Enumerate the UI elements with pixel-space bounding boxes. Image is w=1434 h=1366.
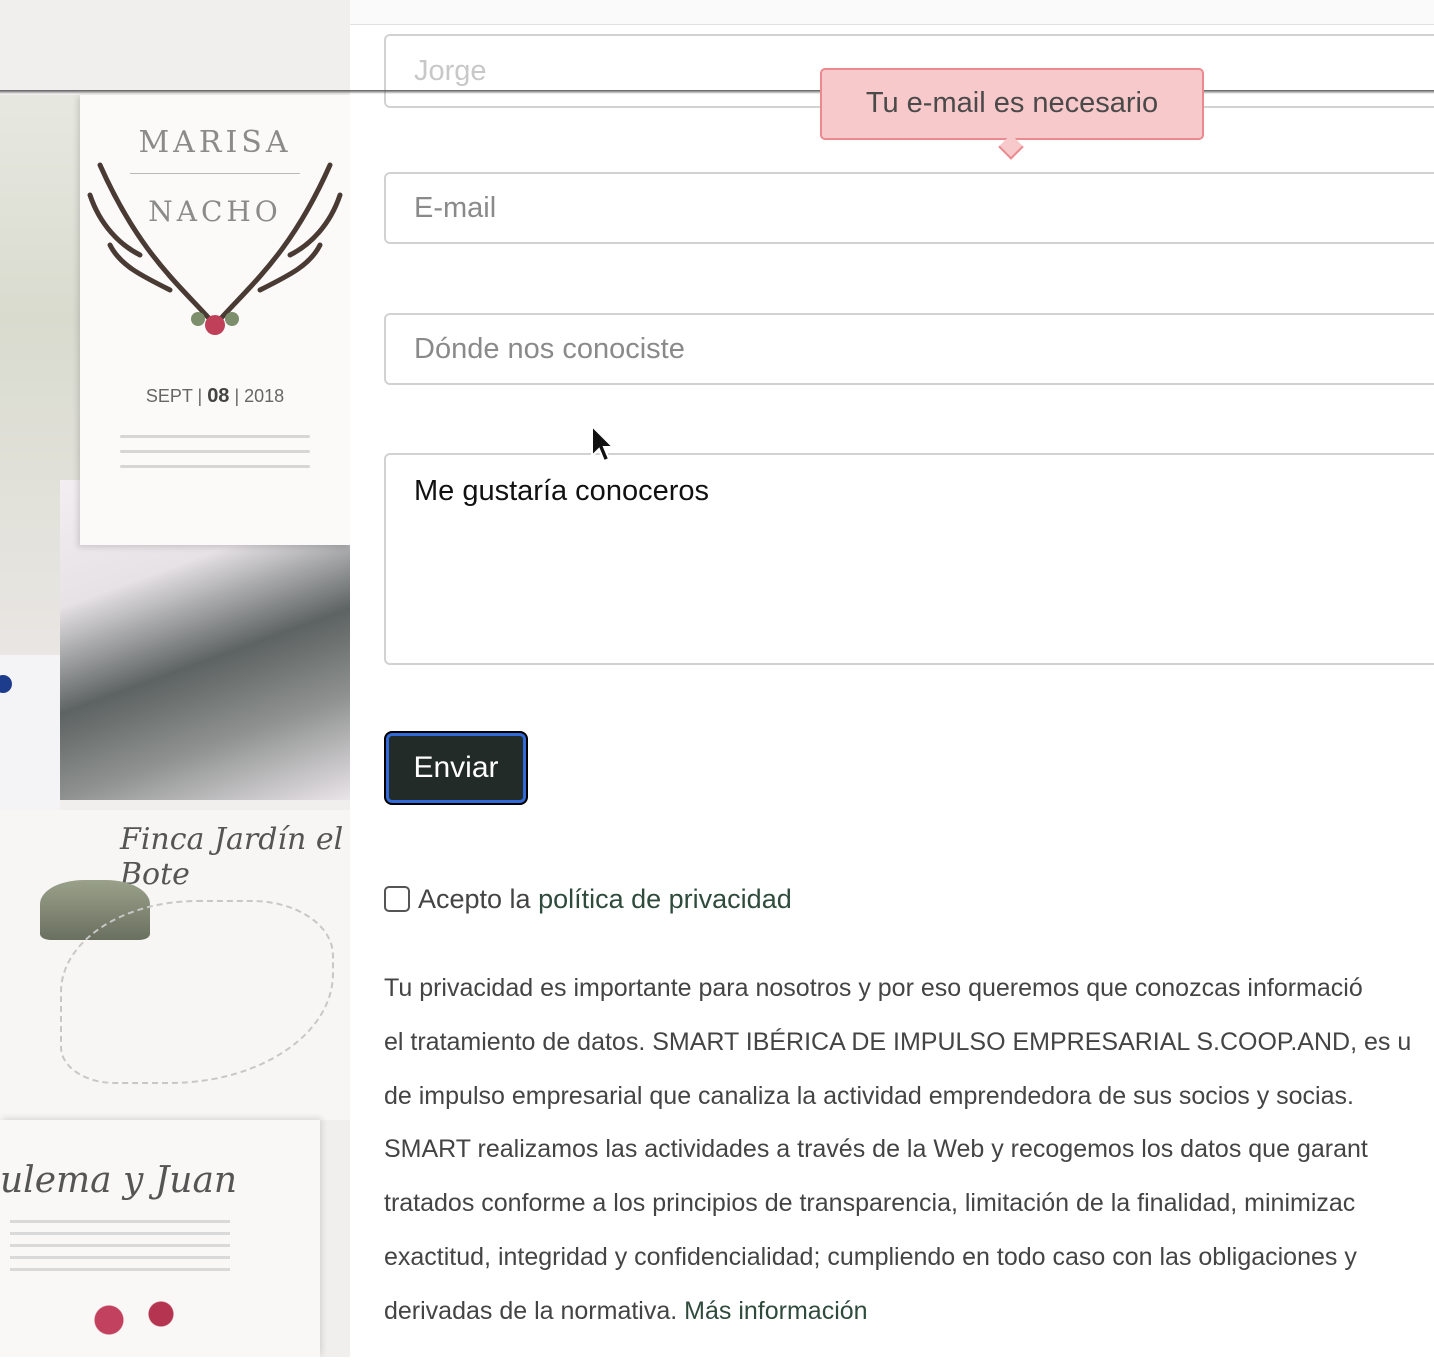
date-month: SEPT — [145, 386, 193, 406]
contact-form: Tu e-mail es necesario Me gustaría conoc… — [384, 0, 1434, 1366]
consent-label: Acepto la política de privacidad — [418, 884, 792, 915]
privacy-line: Tu privacidad es importante para nosotro… — [384, 974, 1363, 1002]
privacy-line-last: derivadas de la normativa. Más informaci… — [384, 1285, 1434, 1339]
privacy-line: el tratamiento de datos. SMART IBÉRICA D… — [384, 1027, 1412, 1056]
date-year: 2018 — [244, 386, 285, 406]
flowers-illustration — [70, 1290, 200, 1350]
privacy-checkbox[interactable] — [384, 886, 410, 912]
bottom-card-text-lines — [10, 1220, 230, 1280]
privacy-line: exactitud, integridad y confidencialidad… — [384, 1242, 1357, 1271]
privacy-last-text: derivadas de la normativa. — [384, 1296, 685, 1325]
invitation-date: SEPT | 08 | 2018 — [145, 385, 285, 407]
map-route — [60, 900, 334, 1084]
bottom-card-names: ulema y Juan — [0, 1160, 238, 1201]
privacy-line: tratados conforme a los principios de tr… — [384, 1189, 1356, 1218]
invitation-card: MARISA NACHO SEPT | 08 | 2018 — [80, 95, 350, 545]
email-field[interactable] — [384, 172, 1434, 244]
header-shadow — [0, 90, 1434, 94]
email-required-tooltip: Tu e-mail es necesario — [820, 68, 1204, 140]
more-info-link[interactable]: Más información — [684, 1297, 867, 1325]
privacy-line: de impulso empresarial que canaliza la a… — [384, 1081, 1354, 1110]
date-day: 08 — [207, 385, 230, 407]
where-met-field[interactable] — [384, 313, 1434, 385]
privacy-policy-link[interactable]: política de privacidad — [538, 884, 792, 914]
consent-prefix: Acepto la — [418, 883, 539, 914]
submit-button[interactable]: Enviar — [384, 731, 528, 805]
antlers-illustration — [87, 162, 343, 335]
invitation-text-lines — [120, 435, 310, 480]
mouse-cursor-icon — [591, 424, 616, 463]
invitation-collage-image: MARISA NACHO SEPT | 08 | 2018 Finca Jard… — [0, 0, 350, 1357]
privacy-line: SMART realizamos las actividades a travé… — [384, 1135, 1368, 1164]
message-textarea[interactable]: Me gustaría conoceros — [384, 453, 1434, 665]
privacy-consent: Acepto la política de privacidad — [384, 882, 792, 916]
map-card: Finca Jardín el Bote — [0, 810, 350, 1120]
map-card-title: Finca Jardín el Bote — [120, 822, 344, 892]
privacy-notice: Tu privacidad es importante para nosotro… — [384, 962, 1434, 1339]
